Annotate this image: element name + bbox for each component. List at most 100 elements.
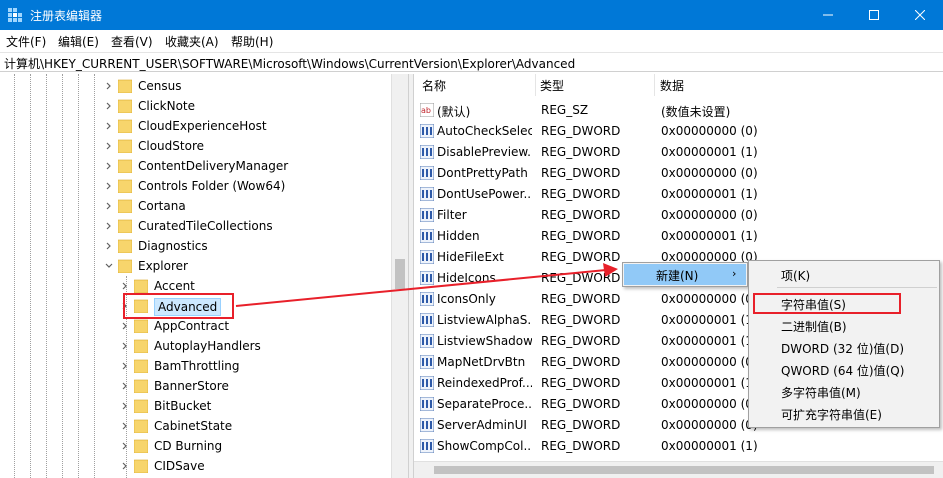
cell-data: (数值未设置) xyxy=(661,105,731,119)
chevron-right-icon[interactable] xyxy=(104,101,114,111)
table-row[interactable]: DontPrettyPath REG_DWORD 0x00000000 (0) xyxy=(414,163,943,184)
cell-name: (默认) xyxy=(437,105,471,119)
cell-type: REG_DWORD xyxy=(541,418,621,432)
chevron-right-icon[interactable] xyxy=(104,221,114,231)
menu-favorites[interactable]: 收藏夹(A) xyxy=(165,33,219,50)
column-header-type[interactable]: 类型 xyxy=(540,77,564,97)
tree-item[interactable]: BannerStore xyxy=(0,376,390,396)
chevron-right-icon[interactable] xyxy=(120,341,130,351)
chevron-right-icon[interactable] xyxy=(120,441,130,451)
highlight-box-advanced xyxy=(123,293,234,319)
tree-item[interactable]: Explorer xyxy=(0,256,390,276)
cell-type: REG_DWORD xyxy=(541,166,621,180)
tree-item[interactable]: CuratedTileCollections xyxy=(0,216,390,236)
folder-icon xyxy=(134,339,148,353)
chevron-down-icon[interactable] xyxy=(104,261,114,271)
column-divider[interactable] xyxy=(654,74,655,96)
chevron-right-icon[interactable] xyxy=(120,361,130,371)
menu-view[interactable]: 查看(V) xyxy=(111,33,153,50)
table-row[interactable]: ShowCompCol... REG_DWORD 0x00000001 (1) xyxy=(414,436,943,457)
table-row[interactable]: ab (默认) REG_SZ (数值未设置) xyxy=(414,100,943,121)
minimize-button[interactable] xyxy=(805,0,851,30)
address-bar[interactable]: 计算机\HKEY_CURRENT_USER\SOFTWARE\Microsoft… xyxy=(0,52,943,72)
tree-item[interactable]: Census xyxy=(0,76,390,96)
chevron-right-icon[interactable] xyxy=(104,241,114,251)
menu-item-new-qword-value[interactable]: QWORD (64 位)值(Q) xyxy=(781,362,904,379)
tree-item-label: CD Burning xyxy=(154,439,223,453)
scrollbar-thumb[interactable] xyxy=(395,259,405,289)
tree-item[interactable]: AppContract xyxy=(0,316,390,336)
dword-value-icon xyxy=(420,376,434,390)
menu-help[interactable]: 帮助(H) xyxy=(231,33,273,50)
table-row[interactable]: DontUsePower... REG_DWORD 0x00000001 (1) xyxy=(414,184,943,205)
column-header-name[interactable]: 名称 xyxy=(422,77,446,97)
folder-icon xyxy=(134,459,148,473)
maximize-button[interactable] xyxy=(851,0,897,30)
tree-item[interactable]: ContentDeliveryManager xyxy=(0,156,390,176)
tree-item[interactable]: ClickNote xyxy=(0,96,390,116)
cell-type: REG_DWORD xyxy=(541,145,621,159)
menu-item-new-binary-value[interactable]: 二进制值(B) xyxy=(781,318,847,335)
tree-item[interactable]: Controls Folder (Wow64) xyxy=(0,176,390,196)
tree-item[interactable]: BamThrottling xyxy=(0,356,390,376)
cell-data: 0x00000000 (0) xyxy=(661,124,758,138)
chevron-right-icon[interactable] xyxy=(120,321,130,331)
cell-data: 0x00000000 (0) xyxy=(661,208,758,222)
menu-item-new[interactable]: 新建(N) › xyxy=(624,264,746,285)
list-horizontal-scrollbar[interactable] xyxy=(414,461,943,478)
dword-value-icon xyxy=(420,187,434,201)
cell-type: REG_DWORD xyxy=(541,397,621,411)
menu-edit[interactable]: 编辑(E) xyxy=(58,33,99,50)
tree-item-label: BamThrottling xyxy=(154,359,240,373)
tree-vertical-scrollbar[interactable] xyxy=(391,74,408,478)
address-path[interactable]: 计算机\HKEY_CURRENT_USER\SOFTWARE\Microsoft… xyxy=(4,55,575,72)
menu-item-new-key[interactable]: 项(K) xyxy=(781,267,810,284)
tree-item[interactable]: CIDSave xyxy=(0,456,390,476)
chevron-right-icon[interactable] xyxy=(120,421,130,431)
table-row[interactable]: DisablePreview... REG_DWORD 0x00000001 (1) xyxy=(414,142,943,163)
cell-name: HideIcons xyxy=(437,271,496,285)
cell-name: DontUsePower... xyxy=(437,187,532,201)
chevron-right-icon[interactable] xyxy=(104,121,114,131)
chevron-right-icon[interactable] xyxy=(104,141,114,151)
key-tree-pane[interactable]: Census ClickNote CloudExperienceHost CloudS… xyxy=(0,74,408,478)
new-submenu: 项(K) 字符串值(S) 二进制值(B) DWORD (32 位)值(D) QW… xyxy=(748,260,940,428)
chevron-right-icon[interactable] xyxy=(104,181,114,191)
menu-item-new-multi-string-value[interactable]: 多字符串值(M) xyxy=(781,384,861,401)
scrollbar-thumb[interactable] xyxy=(434,466,934,474)
dword-value-icon xyxy=(420,208,434,222)
menu-file[interactable]: 文件(F) xyxy=(6,33,46,50)
chevron-right-icon[interactable] xyxy=(120,461,130,471)
column-divider[interactable] xyxy=(535,74,536,96)
column-header-data[interactable]: 数据 xyxy=(660,77,684,97)
tree-item[interactable]: BitBucket xyxy=(0,396,390,416)
tree-item-label: ContentDeliveryManager xyxy=(138,159,289,173)
tree-item[interactable]: CloudExperienceHost xyxy=(0,116,390,136)
table-row[interactable]: AutoCheckSelect REG_DWORD 0x00000000 (0) xyxy=(414,121,943,142)
chevron-right-icon[interactable] xyxy=(120,381,130,391)
menu-item-new-expandable-string-value[interactable]: 可扩充字符串值(E) xyxy=(781,406,882,423)
tree-item[interactable]: CabinetState xyxy=(0,416,390,436)
cell-type: REG_DWORD xyxy=(541,208,621,222)
tree-item[interactable]: Cortana xyxy=(0,196,390,216)
cell-type: REG_DWORD xyxy=(541,334,621,348)
table-row[interactable]: Filter REG_DWORD 0x00000000 (0) xyxy=(414,205,943,226)
chevron-right-icon[interactable] xyxy=(104,201,114,211)
close-button[interactable] xyxy=(897,0,943,30)
folder-icon xyxy=(118,199,132,213)
cell-name: SeparateProce... xyxy=(437,397,532,411)
chevron-right-icon[interactable] xyxy=(120,401,130,411)
tree-item[interactable]: CD Burning xyxy=(0,436,390,456)
menu-item-new-dword-value[interactable]: DWORD (32 位)值(D) xyxy=(781,340,904,357)
tree-item-label: Accent xyxy=(154,279,195,293)
chevron-right-icon[interactable] xyxy=(104,161,114,171)
chevron-right-icon[interactable] xyxy=(104,81,114,91)
tree-item[interactable]: Diagnostics xyxy=(0,236,390,256)
cell-type: REG_DWORD xyxy=(541,439,621,453)
table-row[interactable]: Hidden REG_DWORD 0x00000001 (1) xyxy=(414,226,943,247)
tree-item[interactable]: CloudStore xyxy=(0,136,390,156)
chevron-right-icon[interactable] xyxy=(120,281,130,291)
dword-value-icon xyxy=(420,271,434,285)
tree-item[interactable]: AutoplayHandlers xyxy=(0,336,390,356)
svg-text:ab: ab xyxy=(421,106,431,115)
